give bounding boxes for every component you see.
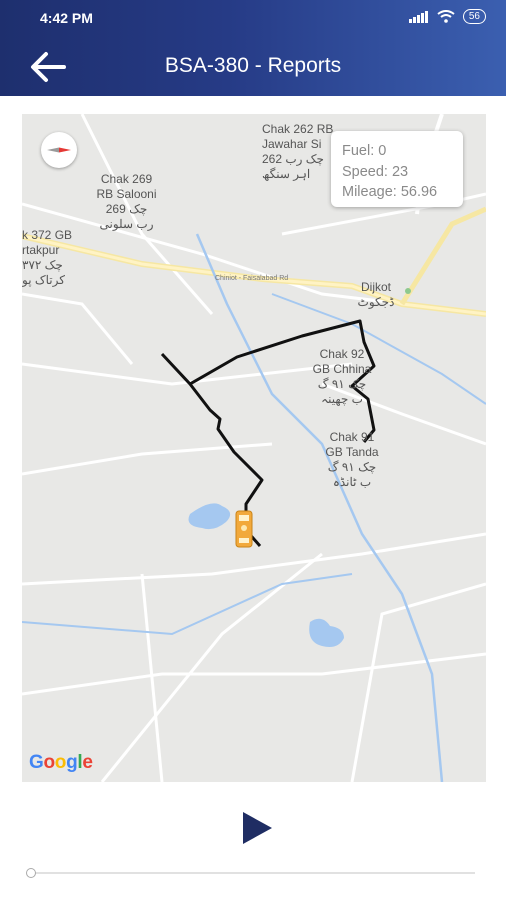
wifi-icon <box>437 10 455 23</box>
map-label-chak-269: Chak 269 RB Salooni 269 چک رب سلونی <box>96 172 157 231</box>
compass-icon <box>47 147 71 153</box>
map-label-chak-92: Chak 92 GB Chhina چک ۹۱ گ ب چھینہ <box>312 347 372 406</box>
page-title: BSA-380 - Reports <box>164 54 342 77</box>
speed-text: Speed: 23 <box>342 163 409 180</box>
playback-slider-thumb[interactable] <box>26 868 36 878</box>
map-label-chak-91: Chak 91 GB Tanda چک ۹۱ گ ب ٹانڈہ <box>325 430 379 489</box>
play-button[interactable] <box>240 810 276 846</box>
road-label: Chiniot - Faisalabad Rd <box>215 275 288 282</box>
playback-slider[interactable] <box>35 872 475 874</box>
status-time: 4:42 PM <box>40 10 93 26</box>
signal-icon <box>408 10 428 23</box>
google-logo: Google <box>29 752 93 773</box>
vehicle-marker-icon[interactable] <box>235 510 253 548</box>
battery-icon: 56 <box>462 9 486 24</box>
fuel-text: Fuel: 0 <box>342 143 387 159</box>
vehicle-info-box: Fuel: 0 Speed: 23 Mileage: 56.96 <box>331 131 463 207</box>
app-header: 4:42 PM 56 BSA-380 - Reports <box>0 0 506 96</box>
status-bar: 4:42 PM 56 <box>0 0 506 36</box>
status-icons: 56 <box>408 9 486 24</box>
mileage-text: Mileage: 56.96 <box>342 184 438 200</box>
map-label-dijkot: Dijkot ڈجکوٹ <box>357 280 395 309</box>
map-label-chak-372: k 372 GB rtakpur چک ۳۷۲ کرتاک پو <box>22 228 73 287</box>
play-icon <box>243 812 272 844</box>
compass-button[interactable] <box>41 132 77 168</box>
map-view[interactable]: Chiniot - Faisalabad Rd Chak 262 RB Jawa… <box>22 114 486 782</box>
